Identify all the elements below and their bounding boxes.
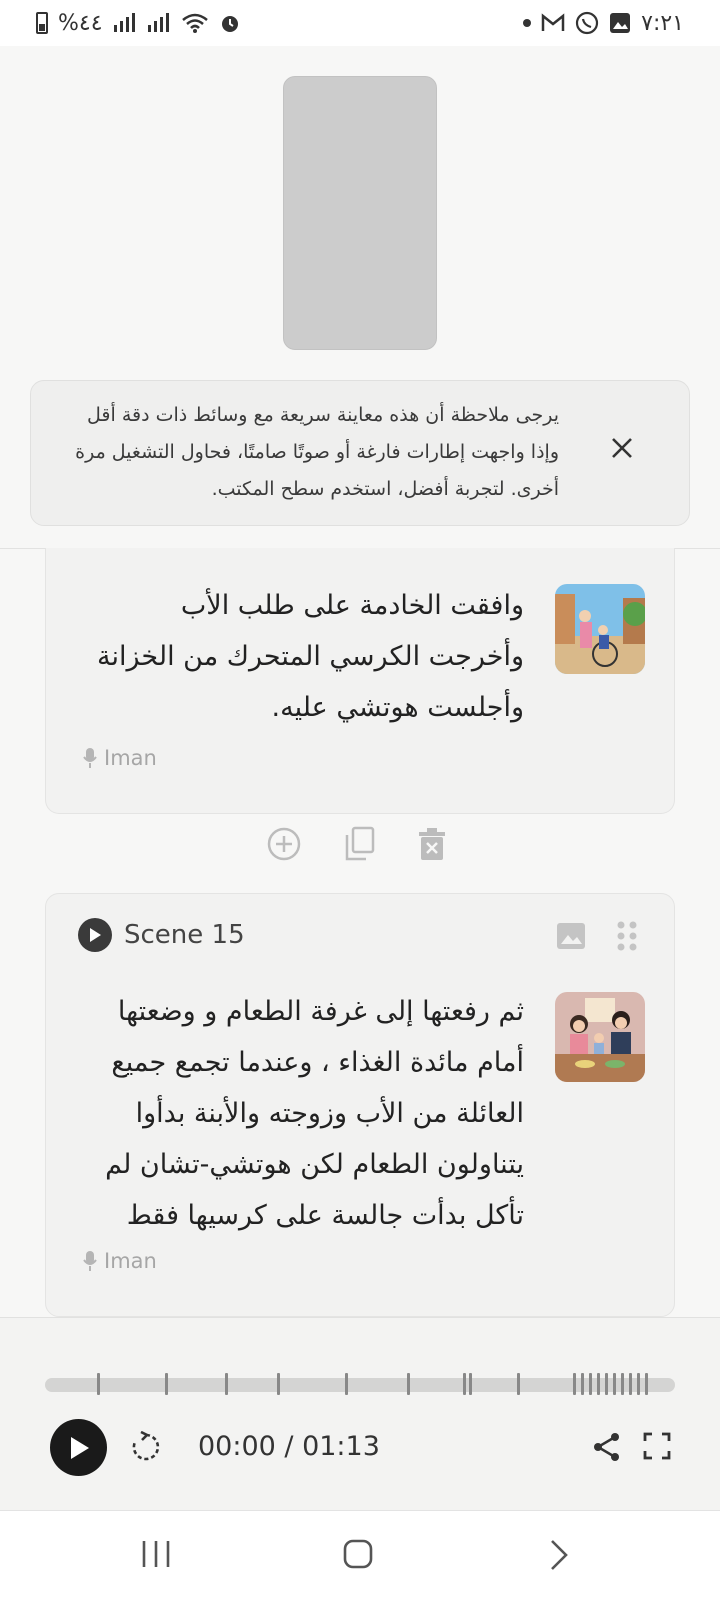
scene-marker [589,1373,592,1395]
scene-marker [97,1373,100,1395]
duplicate-scene-button[interactable] [344,826,376,866]
fullscreen-button[interactable] [643,1432,671,1464]
alarm-icon [221,16,238,32]
battery-icon [36,12,48,34]
drag-handle[interactable] [616,920,638,956]
scene-thumbnail[interactable] [555,992,645,1082]
scene-marker [277,1373,280,1395]
status-left: %٤٤ [36,11,241,36]
share-button[interactable] [592,1432,622,1466]
image-icon [557,923,585,949]
wifi-icon [181,13,208,33]
recents-button[interactable] [140,1539,172,1573]
add-circle-icon [267,827,301,861]
scene-actions [266,826,446,866]
home-icon [343,1539,373,1569]
drag-handle-icon [617,921,637,951]
notice-text: يرجى ملاحظة أن هذه معاينة سريعة مع وسائط… [75,404,559,500]
trash-icon [419,828,445,860]
recents-icon [142,1541,170,1567]
voice-name: Iman [104,746,157,770]
back-button[interactable] [548,1539,570,1575]
status-bar: %٤٤ ٧:٢١ [0,0,720,46]
scene-marker [573,1373,576,1395]
whatsapp-icon [576,11,599,35]
scene-marker [469,1373,472,1395]
system-nav-bar [0,1510,720,1600]
copy-icon [345,826,375,861]
replay-icon [132,1430,160,1461]
app-root: %٤٤ ٧:٢١ يرجى ملاحظة أن هذه معاينة سريعة… [0,0,720,1600]
gmail-icon [541,13,565,31]
scene-marker [581,1373,584,1395]
dot-icon [523,19,532,27]
share-icon [594,1433,619,1461]
preview-notice: يرجى ملاحظة أن هذه معاينة سريعة مع وسائط… [30,380,690,526]
replay-button[interactable] [130,1430,162,1467]
scene-card[interactable]: Scene 15 ثم رفعتها إلى غرفة الطعام و وضع… [45,893,675,1317]
scene-marker [225,1373,228,1395]
home-button[interactable] [343,1539,373,1573]
scene-marker [165,1373,168,1395]
fullscreen-icon [643,1432,671,1460]
scene-text[interactable]: وافقت الخادمة على طلب الأب وأخرجت الكرسي… [84,580,524,733]
play-icon [70,1436,89,1459]
chevron-right-icon [551,1540,568,1570]
scene-text[interactable]: ثم رفعتها إلى غرفة الطعام و وضعتها أمام … [74,986,524,1241]
scene-marker [629,1373,632,1395]
play-button[interactable] [50,1419,107,1476]
play-icon [90,928,101,942]
voice-label[interactable]: Iman [82,1249,157,1273]
change-image-button[interactable] [556,922,586,954]
signal-icon [113,13,135,32]
close-icon [612,438,632,458]
scene-image-icon [555,992,645,1082]
signal-icon [147,13,169,32]
scene-marker [345,1373,348,1395]
timeline-scrubber[interactable] [45,1373,675,1395]
scene-marker [517,1373,520,1395]
delete-scene-button[interactable] [418,827,446,865]
scene-marker [597,1373,600,1395]
scene-image-icon [555,584,645,674]
gallery-icon [610,13,631,33]
video-preview[interactable] [283,76,437,350]
voice-name: Iman [104,1249,157,1273]
time-display: 00:00 / 01:13 [198,1431,380,1462]
scene-card[interactable]: وافقت الخادمة على طلب الأب وأخرجت الكرسي… [45,548,675,814]
scene-thumbnail[interactable] [555,584,645,674]
battery-level: %٤٤ [58,10,103,36]
voice-label[interactable]: Iman [82,746,157,770]
scene-header: Scene 15 [78,918,245,952]
status-right: ٧:٢١ [523,11,684,36]
play-scene-button[interactable] [78,918,112,952]
close-notice-button[interactable] [605,431,639,465]
preview-area: يرجى ملاحظة أن هذه معاينة سريعة مع وسائط… [0,46,720,548]
scene-tools [556,920,638,956]
clock-time: ٧:٢١ [641,10,684,36]
microphone-icon [83,1251,97,1271]
scene-marker [463,1373,466,1395]
scene-marker [621,1373,624,1395]
player-bar: 00:00 / 01:13 [0,1317,720,1510]
microphone-icon [83,748,97,768]
scene-marker [645,1373,648,1395]
scene-marker [407,1373,410,1395]
scene-marker [613,1373,616,1395]
add-scene-button[interactable] [266,826,302,866]
scene-title: Scene 15 [124,920,245,950]
scene-marker [637,1373,640,1395]
scene-marker [605,1373,608,1395]
